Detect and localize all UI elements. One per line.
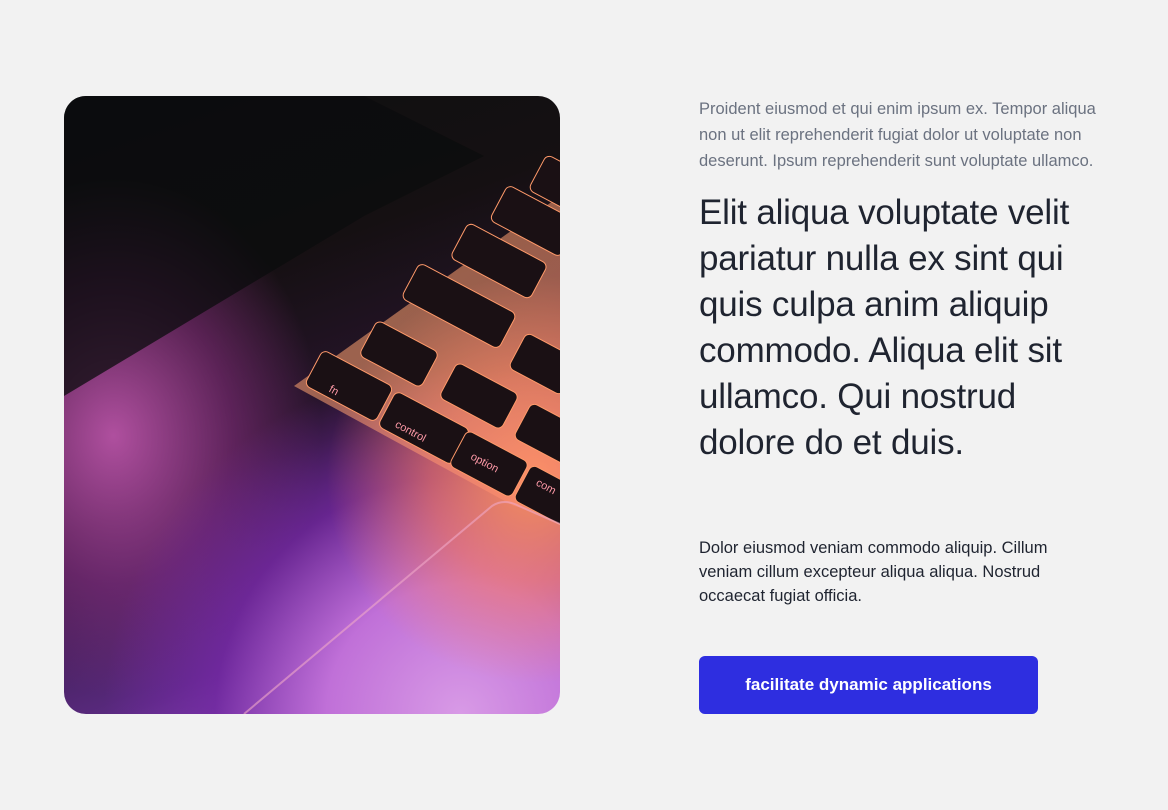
content-column: Proident eiusmod et qui enim ipsum ex. T… (699, 96, 1109, 466)
laptop-keyboard-image: fn control option com (64, 96, 560, 714)
lead-paragraph: Proident eiusmod et qui enim ipsum ex. T… (699, 100, 1096, 170)
keyboard-illustration: fn control option com (64, 96, 560, 714)
body-paragraph: Dolor eiusmod veniam commodo aliquip. Ci… (699, 539, 1048, 605)
headline: Elit aliqua voluptate velit pariatur nul… (699, 193, 1070, 462)
cta-button[interactable]: facilitate dynamic applications (699, 656, 1038, 714)
